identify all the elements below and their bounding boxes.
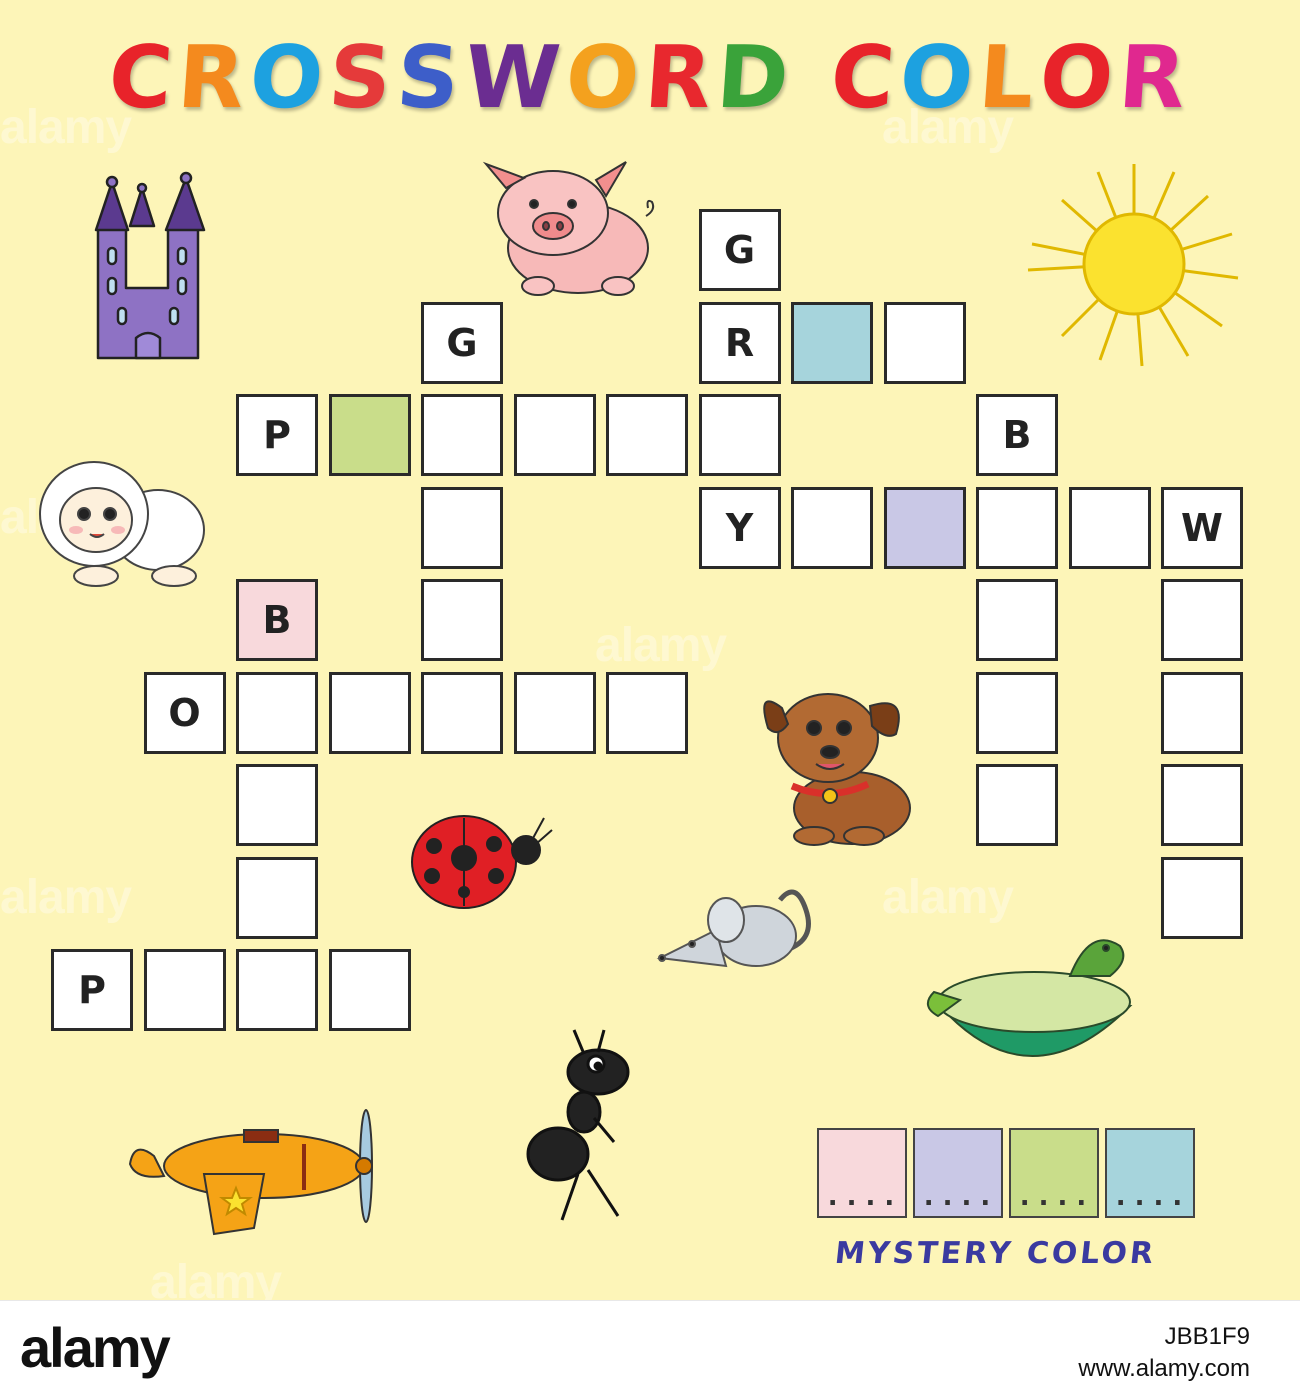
crossword-cell[interactable] xyxy=(1161,579,1243,661)
crossword-cell[interactable] xyxy=(883,486,966,569)
stock-footer: alamy JBB1F9 www.alamy.com xyxy=(0,1300,1300,1391)
title-letter: C xyxy=(827,28,904,128)
crossword-cell-hint[interactable]: R xyxy=(698,301,781,384)
crossword-cell[interactable] xyxy=(513,671,596,754)
crossword-cell[interactable] xyxy=(421,486,503,569)
crossword-cell[interactable] xyxy=(1068,486,1151,569)
title-letter: R xyxy=(641,28,721,128)
crossword-cell[interactable] xyxy=(328,949,411,1031)
crossword-cell[interactable] xyxy=(606,671,688,754)
crossword-cell-hint[interactable]: P xyxy=(236,394,318,476)
title-letter: R xyxy=(1115,28,1195,128)
watermark: alamy xyxy=(882,871,1014,924)
crossword-cell-hint[interactable]: G xyxy=(421,301,503,384)
crossword-cell[interactable] xyxy=(976,486,1058,569)
crossword-cell[interactable] xyxy=(236,949,318,1031)
crossword-cell[interactable] xyxy=(976,764,1058,846)
mystery-color-label: MYSTERY COLOR xyxy=(833,1236,1158,1271)
crossword-cell-hint[interactable]: B xyxy=(976,394,1058,476)
ant-icon xyxy=(526,1029,630,1221)
watermark: alamy xyxy=(595,619,727,672)
crossword-cell[interactable] xyxy=(236,671,318,754)
stock-image-id: JBB1F9 xyxy=(1164,1323,1250,1350)
title-letter: O xyxy=(562,28,649,128)
title-letter: C xyxy=(105,28,182,128)
crossword-cell[interactable] xyxy=(236,764,318,846)
watermark: alamy xyxy=(0,871,132,924)
mystery-color-box[interactable]: .... xyxy=(817,1128,907,1218)
crossword-cell[interactable] xyxy=(421,671,503,754)
crossword-cell[interactable] xyxy=(976,579,1058,661)
crossword-cell[interactable] xyxy=(791,301,873,384)
alamy-logo: alamy xyxy=(20,1316,171,1379)
sheep-icon xyxy=(39,461,205,587)
crossword-cell[interactable] xyxy=(328,394,411,476)
airplane-icon xyxy=(128,1109,373,1236)
title-letter: R xyxy=(174,28,254,128)
sun-icon xyxy=(1027,164,1239,367)
title-letter: S xyxy=(393,28,469,128)
mystery-color-box[interactable]: .... xyxy=(1009,1128,1099,1218)
crossword-cell[interactable] xyxy=(791,486,873,569)
crossword-cell[interactable] xyxy=(976,671,1058,754)
crossword-cell[interactable] xyxy=(421,394,503,476)
title-letter: O xyxy=(246,28,333,128)
title-letter: L xyxy=(975,28,1044,128)
dog-icon xyxy=(763,693,911,846)
crossword-cell[interactable] xyxy=(236,856,318,939)
crossword-cell-hint[interactable]: W xyxy=(1161,486,1243,569)
crossword-cell-hint[interactable]: B xyxy=(236,579,318,661)
crossword-cell[interactable] xyxy=(606,394,688,476)
crossword-cell-hint[interactable]: G xyxy=(698,209,781,291)
crossword-cell[interactable] xyxy=(1161,764,1243,846)
stock-id: JBB1F9 www.alamy.com xyxy=(1078,1321,1250,1385)
title-letter: O xyxy=(896,28,983,128)
mystery-color-box[interactable]: .... xyxy=(913,1128,1003,1218)
turtle-icon xyxy=(927,939,1133,1057)
title-letter: D xyxy=(713,28,799,128)
title-letter: O xyxy=(1036,28,1123,128)
mystery-color-box[interactable]: .... xyxy=(1105,1128,1195,1218)
crossword-cell[interactable] xyxy=(1161,856,1243,939)
crossword-cell[interactable] xyxy=(328,671,411,754)
castle-icon xyxy=(94,171,206,360)
crossword-cell[interactable] xyxy=(421,579,503,661)
crossword-cell[interactable] xyxy=(698,394,781,476)
pig-icon xyxy=(482,161,655,296)
mouse-icon xyxy=(656,889,811,968)
crossword-board: alamy alamy alamy alamy alamy alamy alam… xyxy=(0,0,1300,1309)
ladybug-icon xyxy=(411,815,553,909)
crossword-cell[interactable] xyxy=(513,394,596,476)
crossword-cell-hint[interactable]: Y xyxy=(698,486,781,569)
crossword-cell[interactable] xyxy=(1161,671,1243,754)
title-letter: W xyxy=(461,28,570,128)
crossword-cell[interactable] xyxy=(883,301,966,384)
crossword-cell-hint[interactable]: P xyxy=(51,949,133,1031)
title-letter: S xyxy=(325,28,401,128)
crossword-cell[interactable] xyxy=(143,949,226,1031)
puzzle-title: CROSSWORD COLOR xyxy=(0,28,1300,128)
crossword-cell-hint[interactable]: O xyxy=(143,671,226,754)
stock-site-url: www.alamy.com xyxy=(1078,1355,1250,1382)
